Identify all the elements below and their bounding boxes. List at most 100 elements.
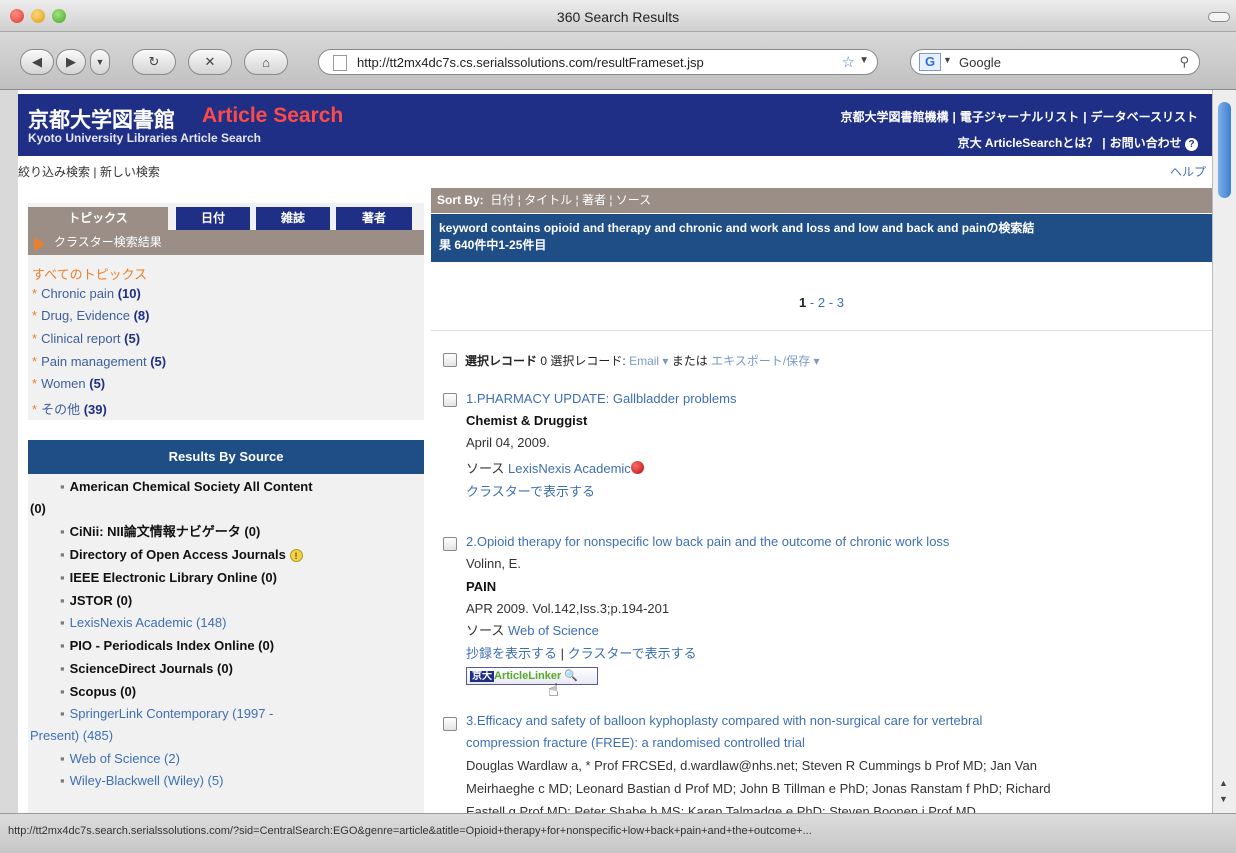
record-title-link[interactable]: 2.Opioid therapy for nonspecific low bac… — [466, 531, 949, 553]
query-summary: keyword contains opioid and therapy and … — [431, 214, 1212, 262]
web-search-field[interactable]: G ▼ Google ⚲ — [910, 49, 1200, 75]
header-links-row2: 京大 ArticleSearchとは？ | お問い合わせ ? — [958, 134, 1198, 151]
google-engine-icon[interactable]: G — [919, 53, 941, 71]
new-search-link[interactable]: 新しい検索 — [100, 165, 160, 179]
status-bar: http://tt2mx4dc7s.search.serialssolution… — [0, 813, 1236, 853]
article-linker-button[interactable]: 京大 ArticleLinker 🔍 — [466, 667, 598, 685]
record-checkbox[interactable] — [443, 537, 457, 551]
refine-search-link[interactable]: 絞り込み検索 — [18, 165, 90, 179]
forward-button[interactable]: ▶ — [56, 49, 86, 75]
source-item[interactable]: ▪ LexisNexis Academic (148) — [28, 612, 424, 634]
header-link-about[interactable]: 京大 ArticleSearchとは？ — [958, 136, 1099, 150]
topic-item[interactable]: * Chronic pain (10) — [32, 286, 141, 301]
topics-panel: トピックス 日付 雑誌 著者 クラスター検索結果 すべてのトピックス * Chro… — [28, 203, 424, 420]
source-item[interactable]: ▪ IEEE Electronic Library Online (0) — [28, 567, 424, 589]
bullet: * — [32, 402, 38, 417]
all-topics-link[interactable]: すべてのトピックス — [32, 264, 147, 283]
source-item[interactable]: ▪ Directory of Open Access Journals ! — [28, 544, 424, 566]
abstract-link[interactable]: 抄録を表示する — [466, 646, 557, 661]
record-title-link[interactable]: 3.Efficacy and safety of balloon kyphopl… — [466, 710, 982, 732]
search-icon[interactable]: ⚲ — [1179, 54, 1189, 70]
header-link-ejournal-list[interactable]: 電子ジャーナルリスト — [960, 110, 1079, 124]
source-item[interactable]: ▪ Wiley-Blackwell (Wiley) (5) — [28, 770, 424, 792]
scroll-up-icon[interactable]: ▲ — [1219, 778, 1228, 788]
sort-option-source[interactable]: ソース — [616, 193, 651, 207]
source-item[interactable]: ▪ JSTOR (0) — [28, 590, 424, 612]
logo-article-search[interactable]: Article Search — [202, 104, 343, 128]
source-link[interactable]: Web of Science — [508, 623, 599, 638]
tab-journal[interactable]: 雑誌 — [256, 207, 330, 230]
source-label: ソース — [466, 461, 505, 476]
source-link[interactable]: LexisNexis Academic — [508, 461, 631, 476]
topic-item[interactable]: * Clinical report (5) — [32, 331, 140, 346]
source-item[interactable]: ▪ ScienceDirect Journals (0) — [28, 658, 424, 680]
sort-option-title[interactable]: タイトル — [524, 193, 572, 207]
scrollbar-thumb[interactable] — [1218, 102, 1231, 198]
site-header: 京都大学図書館 Article Search Kyoto University … — [18, 94, 1212, 156]
topic-item[interactable]: * Pain management (5) — [32, 354, 166, 369]
tab-topics[interactable]: トピックス — [28, 207, 168, 230]
vertical-scrollbar[interactable]: ▲ ▼ — [1212, 90, 1236, 813]
source-item[interactable]: ▪ CiNii: NII論文情報ナビゲータ (0) — [28, 521, 424, 543]
sort-option-author[interactable]: 著者 — [582, 193, 606, 207]
back-button[interactable]: ◀ — [20, 49, 54, 75]
record-title-link-cont[interactable]: compression fracture (FREE): a randomise… — [466, 732, 805, 754]
help-link[interactable]: ヘルプ — [1170, 163, 1206, 180]
topic-item[interactable]: * その他 (39) — [32, 399, 107, 418]
topic-item[interactable]: * Women (5) — [32, 376, 105, 391]
help-question-icon[interactable]: ? — [1185, 138, 1198, 151]
header-link-library-org[interactable]: 京都大学図書館機構 — [840, 110, 948, 124]
bookmark-star-icon[interactable]: ☆ — [842, 53, 855, 71]
cluster-view-link[interactable]: クラスターで表示する — [568, 646, 697, 661]
scroll-down-icon[interactable]: ▼ — [1219, 794, 1228, 804]
loading-icon: ! — [289, 549, 303, 563]
record-title-link[interactable]: 1.PHARMACY UPDATE: Gallbladder problems — [466, 388, 736, 410]
header-link-contact[interactable]: お問い合わせ — [1110, 136, 1182, 150]
page-link-3[interactable]: 3 — [837, 295, 844, 310]
engine-dropdown-icon[interactable]: ▼ — [943, 55, 952, 65]
record-authors: Douglas Wardlaw a, * Prof FRCSEd, d.ward… — [466, 758, 1037, 773]
source-item[interactable]: ▪ American Chemical Society All Content — [28, 476, 424, 498]
home-button[interactable]: ⌂ — [244, 49, 288, 75]
source-item[interactable]: ▪ PIO - Periodicals Index Online (0) — [28, 635, 424, 657]
pagination: 1 - 2 - 3 — [431, 295, 1212, 310]
source-item-cont[interactable]: Present) (485) — [30, 725, 113, 747]
header-link-database-list[interactable]: データベースリスト — [1091, 110, 1198, 124]
logo-japanese[interactable]: 京都大学図書館 — [28, 104, 175, 134]
bullet: * — [32, 286, 38, 301]
export-dropdown[interactable]: エキスポート/保存 ▾ — [711, 354, 819, 368]
url-dropdown-icon[interactable]: ▼ — [859, 55, 869, 66]
topic-item[interactable]: * Drug, Evidence (8) — [32, 308, 149, 323]
source-label: JSTOR (0) — [69, 593, 133, 608]
pager-separator: - — [809, 295, 815, 310]
cluster-view-link[interactable]: クラスターで表示する — [466, 481, 595, 503]
bullet: ▪ — [60, 524, 65, 539]
topic-count: (10) — [117, 286, 141, 301]
page-link-2[interactable]: 2 — [818, 295, 825, 310]
tab-date[interactable]: 日付 — [176, 207, 250, 230]
sort-option-date[interactable]: 日付 — [490, 193, 514, 207]
page-icon — [333, 55, 347, 71]
stop-button[interactable]: ✕ — [188, 49, 232, 75]
record-checkbox[interactable] — [443, 717, 457, 731]
separator: | — [1083, 110, 1087, 124]
toolbar-toggle-button[interactable] — [1208, 12, 1230, 22]
history-dropdown-button[interactable]: ▼ — [90, 49, 110, 75]
topic-count: (5) — [124, 331, 141, 346]
selected-records-label2: 選択レコード: — [550, 354, 626, 368]
home-icon: ⌂ — [262, 54, 270, 70]
select-all-checkbox[interactable] — [443, 353, 457, 367]
tab-author[interactable]: 著者 — [336, 207, 412, 230]
record-date: APR 2009. Vol.142,Iss.3;p.194-201 — [466, 601, 670, 616]
source-item[interactable]: ▪ Scopus (0) — [28, 681, 424, 703]
logo-subtitle: Kyoto University Libraries Article Searc… — [28, 131, 261, 145]
source-item[interactable]: ▪ SpringerLink Contemporary (1997 - — [28, 703, 424, 725]
source-item[interactable]: ▪ Web of Science (2) — [28, 748, 424, 770]
chevron-down-icon: ▼ — [95, 57, 105, 67]
reload-button[interactable]: ↻ — [132, 49, 176, 75]
email-dropdown[interactable]: Email ▾ — [629, 354, 668, 368]
record-checkbox[interactable] — [443, 393, 457, 407]
topic-label: Drug, Evidence — [41, 308, 130, 323]
email-label: Email — [629, 354, 660, 368]
address-bar[interactable]: http://tt2mx4dc7s.cs.serialssolutions.co… — [318, 49, 878, 75]
